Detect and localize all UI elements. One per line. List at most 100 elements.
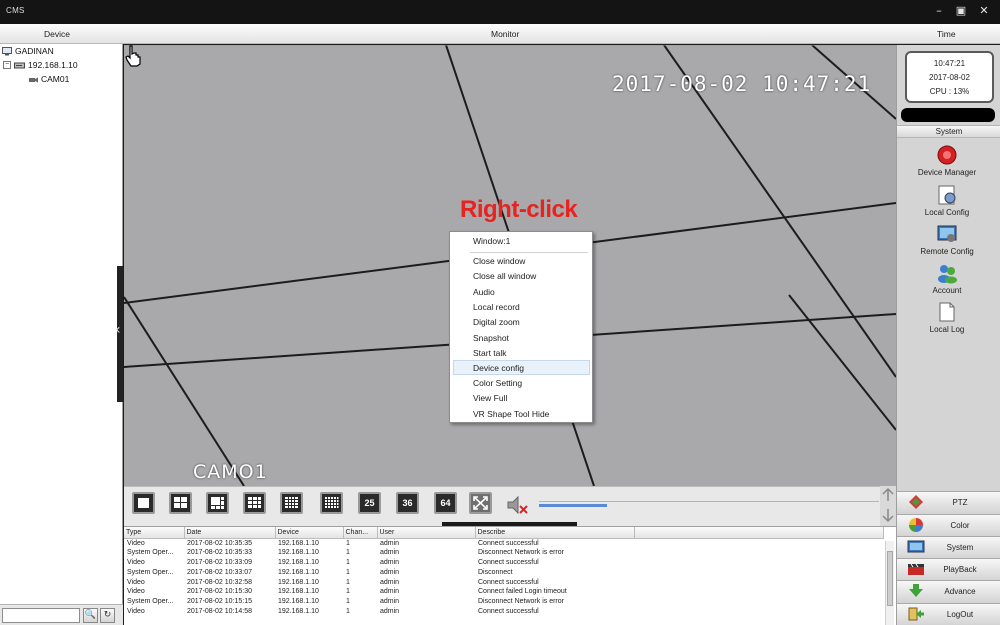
- log-scroll-thumb[interactable]: [887, 551, 893, 606]
- ptz-label: PTZ: [952, 498, 968, 507]
- menu-color-setting[interactable]: Color Setting: [473, 378, 522, 388]
- tree-device[interactable]: 192.168.1.10: [14, 60, 78, 70]
- log-row[interactable]: Video 2017-08-02 10:15:30 192.168.1.10 1 adm…: [124, 587, 884, 597]
- minimize-button[interactable]: –: [932, 4, 946, 18]
- time-header: Time: [937, 29, 956, 39]
- logout-button[interactable]: LogOut: [897, 603, 1000, 624]
- log-cell: Video: [127, 608, 145, 616]
- local-config-item[interactable]: Local Config: [897, 184, 997, 217]
- color-button[interactable]: Color: [897, 514, 1000, 535]
- close-button[interactable]: ✕: [977, 4, 991, 18]
- col-describe[interactable]: Describe: [475, 527, 635, 539]
- device-search-row: 🔍 ↻: [0, 604, 123, 625]
- advance-label: Advance: [944, 587, 976, 596]
- cms-window: CMS – ▣ ✕ Device Monitor Time GADINAN − …: [0, 0, 1000, 625]
- menu-vr-shape-tool-hide[interactable]: VR Shape Tool Hide: [473, 409, 549, 419]
- layout-36-button[interactable]: 36: [396, 492, 419, 514]
- col-date[interactable]: Date: [184, 527, 276, 539]
- log-cell: 192.168.1.10: [278, 588, 319, 596]
- advance-button[interactable]: Advance: [897, 580, 1000, 601]
- volume-slider-track[interactable]: [539, 501, 879, 502]
- log-row[interactable]: System Oper... 2017-08-02 10:15:15 192.168…: [124, 597, 884, 607]
- account-item[interactable]: Account: [897, 262, 997, 295]
- col-channel[interactable]: Chan...: [343, 527, 378, 539]
- device-search-input[interactable]: [2, 608, 80, 623]
- local-log-item[interactable]: Local Log: [897, 301, 997, 334]
- mute-speaker-icon[interactable]: [506, 495, 530, 515]
- log-cell: 2017-08-02 10:14:58: [187, 608, 252, 616]
- menu-local-record[interactable]: Local record: [473, 302, 520, 312]
- log-header-row: Type Date Device Chan... User Describe: [124, 527, 884, 539]
- device-manager-item[interactable]: Device Manager: [897, 144, 997, 177]
- scroll-up-down-icon[interactable]: [880, 486, 896, 526]
- menu-start-talk[interactable]: Start talk: [473, 348, 507, 358]
- menu-close-window[interactable]: Close window: [473, 256, 525, 266]
- log-cell: admin: [380, 559, 400, 567]
- log-cell: 2017-08-02 10:33:09: [187, 559, 252, 567]
- layout-6-button[interactable]: [206, 492, 229, 514]
- log-cell: Disconnect Network is error: [478, 549, 564, 557]
- log-row[interactable]: Video 2017-08-02 10:32:58 192.168.1.10 1 adm…: [124, 578, 884, 588]
- toolbar-scroll: [880, 486, 896, 526]
- layout-16-button[interactable]: [280, 492, 303, 514]
- tree-root-label: GADINAN: [15, 46, 54, 56]
- col-type[interactable]: Type: [124, 527, 185, 539]
- section-header: Device Monitor Time: [0, 24, 1000, 44]
- log-cell: Video: [127, 578, 145, 586]
- tree-root[interactable]: GADINAN: [2, 46, 54, 56]
- menu-view-full[interactable]: View Full: [473, 393, 507, 403]
- color-label: Color: [950, 521, 970, 530]
- refresh-icon[interactable]: ↻: [100, 608, 115, 623]
- log-cell: 1: [346, 598, 350, 606]
- chevron-left-icon[interactable]: ‹: [115, 322, 121, 338]
- advance-arrow-icon: [909, 584, 923, 597]
- cpu-usage: CPU : 13%: [929, 87, 970, 96]
- menu-audio[interactable]: Audio: [473, 287, 495, 297]
- menu-snapshot[interactable]: Snapshot: [473, 333, 509, 343]
- log-cell: 2017-08-02 10:15:30: [187, 588, 252, 596]
- logout-label: LogOut: [946, 610, 974, 619]
- log-row[interactable]: Video 2017-08-02 10:14:58 192.168.1.10 1 adm…: [124, 607, 884, 617]
- col-user[interactable]: User: [377, 527, 476, 539]
- logout-icon: [908, 607, 924, 621]
- col-device[interactable]: Device: [275, 527, 344, 539]
- device-manager-label: Device Manager: [917, 168, 977, 177]
- ptz-button[interactable]: PTZ: [897, 491, 1000, 512]
- log-cell: Connect successful: [478, 559, 539, 567]
- layout-9-button[interactable]: [243, 492, 266, 514]
- remote-config-item[interactable]: Remote Config: [897, 223, 997, 256]
- log-cell: admin: [380, 568, 400, 576]
- log-scrollbar[interactable]: [885, 541, 894, 625]
- layout-1-button[interactable]: [132, 492, 155, 514]
- clock-box: 10:47:21 2017-08-02 CPU : 13%: [905, 51, 994, 103]
- account-icon: [938, 265, 957, 284]
- layout-16b-button[interactable]: [320, 492, 343, 514]
- log-row[interactable]: Video 2017-08-02 10:33:09 192.168.1.10 1 adm…: [124, 558, 884, 568]
- log-row[interactable]: Video 2017-08-02 10:35:35 192.168.1.10 1 adm…: [124, 538, 884, 548]
- log-row[interactable]: System Oper... 2017-08-02 10:35:33 192.168…: [124, 548, 884, 558]
- log-cell: admin: [380, 588, 400, 596]
- remote-config-label: Remote Config: [920, 247, 974, 256]
- magnifier-icon[interactable]: 🔍: [83, 608, 98, 623]
- menu-device-config[interactable]: Device config: [473, 363, 524, 373]
- tree-expand-toggle[interactable]: −: [3, 61, 11, 69]
- playback-film-icon: [908, 563, 924, 575]
- system-button[interactable]: System: [897, 536, 1000, 557]
- restore-button[interactable]: ▣: [954, 4, 968, 18]
- menu-close-all-window[interactable]: Close all window: [473, 271, 536, 281]
- layout-64-button[interactable]: 64: [434, 492, 457, 514]
- layout-4-button[interactable]: [169, 492, 192, 514]
- log-table: Type Date Device Chan... User Describe V…: [124, 527, 884, 617]
- playback-button[interactable]: PlayBack: [897, 558, 1000, 579]
- playback-label: PlayBack: [943, 565, 977, 574]
- menu-digital-zoom[interactable]: Digital zoom: [473, 317, 520, 327]
- layout-25-button[interactable]: 25: [358, 492, 381, 514]
- video-window[interactable]: 2017-08-02 10:47:21 CAMO1 Right-click Wi…: [124, 45, 896, 486]
- fullscreen-button[interactable]: [469, 492, 492, 514]
- log-row[interactable]: System Oper... 2017-08-02 10:33:07 192.168…: [124, 568, 884, 578]
- volume-slider-fill[interactable]: [539, 504, 607, 507]
- tree-channel[interactable]: CAM01: [28, 74, 69, 84]
- log-cell: admin: [380, 539, 400, 547]
- context-menu-separator: [470, 252, 588, 253]
- color-wheel-icon: [909, 518, 923, 532]
